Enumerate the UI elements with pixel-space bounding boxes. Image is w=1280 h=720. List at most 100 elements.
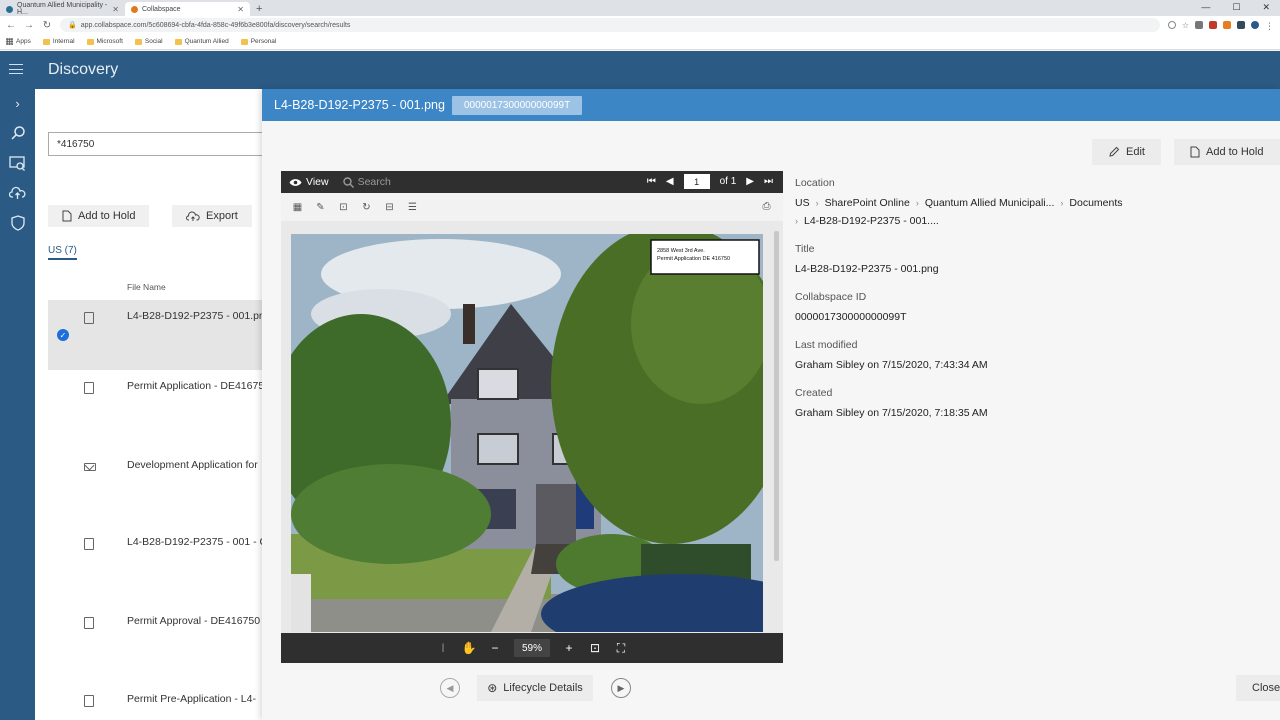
breadcrumb-item[interactable]: SharePoint Online	[825, 197, 910, 209]
bookmark-internal[interactable]: Internal	[42, 38, 75, 45]
document-icon	[62, 210, 72, 222]
forward-icon[interactable]: →	[24, 20, 34, 31]
fullscreen-icon[interactable]: ⛶	[614, 641, 628, 655]
last-page-icon[interactable]: ⏭	[764, 176, 773, 187]
page-navigator: ⏮ ◀ 1 of 1 ▶ ⏭	[647, 174, 773, 189]
title-label: Title	[795, 243, 815, 255]
breadcrumb-item[interactable]: US	[795, 197, 810, 209]
breadcrumb-item[interactable]: L4-B28-D192-P2375 - 001....	[804, 215, 939, 227]
maximize-icon[interactable]: ☐	[1232, 2, 1240, 13]
table-row[interactable]: Development Application for	[48, 449, 265, 519]
rotate-icon[interactable]: ↻	[360, 201, 373, 214]
hamburger-menu-icon[interactable]	[9, 64, 23, 74]
app-header: Discovery	[0, 51, 1280, 89]
bookmark-apps[interactable]: Apps	[6, 38, 31, 45]
breadcrumb-item[interactable]: Documents	[1069, 197, 1122, 209]
menu-icon[interactable]: ⋮	[1265, 21, 1274, 31]
back-icon[interactable]: ←	[6, 20, 16, 31]
zoom-out-icon[interactable]: −	[488, 641, 502, 655]
table-row[interactable]: Permit Pre-Application - L4-	[48, 683, 265, 720]
file-name: L4-B28-D192-P2375 - 001 - Copy	[127, 536, 265, 548]
selected-check-icon[interactable]: ✓	[57, 329, 69, 341]
lifecycle-details-button[interactable]: ⊛ Lifecycle Details	[477, 675, 593, 701]
first-page-icon[interactable]: ⏮	[647, 176, 656, 187]
file-detail-dialog: L4-B28-D192-P2375 - 001.png 000001730000…	[262, 89, 1280, 720]
tab-label: Quantum Allied Municipality - H...	[17, 2, 108, 16]
star-icon[interactable]: ☆	[1182, 21, 1189, 30]
text-cursor-icon[interactable]: I	[436, 641, 450, 655]
close-tab-icon[interactable]: ✕	[112, 5, 119, 14]
table-row[interactable]: L4-B28-D192-P2375 - 001 - Copy	[48, 526, 265, 596]
bookmark-microsoft[interactable]: Microsoft	[86, 38, 123, 45]
shield-icon[interactable]	[7, 213, 29, 233]
next-item-button[interactable]: ▶	[608, 675, 634, 701]
profile-icon[interactable]	[1251, 21, 1259, 29]
add-to-hold-button[interactable]: Add to Hold	[1174, 139, 1280, 165]
extension-icon[interactable]	[1195, 21, 1203, 29]
previous-page-icon[interactable]: ◀	[666, 176, 674, 187]
bookmarks-bar: Apps Internal Microsoft Social Quantum A…	[0, 34, 1280, 50]
file-name: Development Application for	[127, 459, 258, 471]
search-icon[interactable]	[7, 123, 29, 143]
edit-button[interactable]: Edit	[1092, 139, 1161, 165]
url-field[interactable]: 🔒 app.collabspace.com/5c608694-cbfa-4fda…	[60, 18, 1160, 32]
search-input[interactable]: *416750	[48, 132, 278, 156]
expand-chevron-icon[interactable]: ›	[7, 93, 29, 113]
minimize-icon[interactable]: —	[1201, 2, 1210, 13]
page-number-input[interactable]: 1	[683, 174, 710, 189]
file-name: L4-B28-D192-P2375 - 001.png	[127, 310, 265, 322]
browser-tab-collabspace[interactable]: Collabspace ✕	[125, 2, 250, 16]
zoom-in-icon[interactable]: +	[562, 641, 576, 655]
bookmark-social[interactable]: Social	[134, 38, 163, 45]
previous-icon: ◀	[440, 678, 460, 698]
table-row[interactable]: ✓ L4-B28-D192-P2375 - 001.png	[48, 300, 265, 370]
reload-icon[interactable]: ↻	[42, 20, 52, 31]
last-modified-value: Graham Sibley on 7/15/2020, 7:43:34 AM	[795, 359, 988, 371]
zoom-icon[interactable]	[1167, 21, 1176, 29]
bookmark-personal[interactable]: Personal	[240, 38, 276, 45]
collabspace-id-label: Collabspace ID	[795, 291, 867, 303]
folder-icon	[42, 38, 50, 45]
print-icon[interactable]: ⎙	[760, 200, 773, 213]
viewer-search[interactable]: Search	[342, 176, 391, 188]
extension-icon[interactable]	[1237, 21, 1245, 29]
add-to-hold-button[interactable]: Add to Hold	[48, 205, 150, 227]
location-label: Location	[795, 177, 835, 189]
scope-tab-us[interactable]: US (7)	[48, 245, 77, 260]
new-tab-button[interactable]: +	[250, 2, 268, 16]
tab-favicon-icon	[6, 5, 13, 13]
browser-tab-municipality[interactable]: Quantum Allied Municipality - H... ✕	[0, 2, 125, 16]
column-header-file-name[interactable]: File Name	[127, 282, 166, 292]
close-button[interactable]: Close	[1236, 675, 1280, 701]
zoom-level[interactable]: 59%	[513, 639, 550, 657]
document-icon	[84, 617, 94, 629]
view-tab[interactable]: View	[289, 176, 329, 188]
close-window-icon[interactable]: ✕	[1262, 2, 1270, 13]
bookmark-quantum-allied[interactable]: Quantum Allied	[174, 38, 229, 45]
folder-icon	[86, 38, 94, 45]
select-region-icon[interactable]: ⊡	[337, 201, 350, 214]
created-group: Created Graham Sibley on 7/15/2020, 7:18…	[795, 387, 1280, 419]
location-group: Location US › SharePoint Online › Quantu…	[795, 177, 1280, 227]
thumbnails-icon[interactable]: ▦	[291, 201, 304, 214]
extension-icon[interactable]	[1209, 21, 1217, 29]
annotation-icon[interactable]: ✎	[314, 201, 327, 214]
next-page-icon[interactable]: ▶	[746, 176, 754, 187]
viewer-scrollbar[interactable]	[774, 231, 779, 561]
extension-icon[interactable]	[1223, 21, 1231, 29]
pan-hand-icon[interactable]: ✋	[462, 641, 477, 655]
discovery-icon[interactable]	[7, 153, 29, 173]
fit-width-icon[interactable]: ⊡	[588, 641, 602, 655]
viewer-canvas[interactable]: 2858 West 3rd Ave. Permit Application DE…	[281, 221, 783, 633]
close-tab-icon[interactable]: ✕	[237, 5, 244, 14]
collabspace-id-badge: 000001730000000099T	[452, 96, 583, 115]
cloud-upload-icon[interactable]	[7, 183, 29, 203]
viewer-zoom-toolbar: I ✋ − 59% + ⊡ ⛶	[281, 633, 783, 663]
export-button[interactable]: Export	[172, 205, 252, 227]
table-row[interactable]: Permit Application - DE416750	[48, 370, 265, 440]
list-icon[interactable]: ☰	[406, 201, 419, 214]
previous-item-button[interactable]: ◀	[437, 675, 463, 701]
breadcrumb-item[interactable]: Quantum Allied Municipali...	[925, 197, 1055, 209]
fit-page-icon[interactable]: ⊟	[383, 201, 396, 214]
table-row[interactable]: Permit Approval - DE416750	[48, 605, 265, 675]
